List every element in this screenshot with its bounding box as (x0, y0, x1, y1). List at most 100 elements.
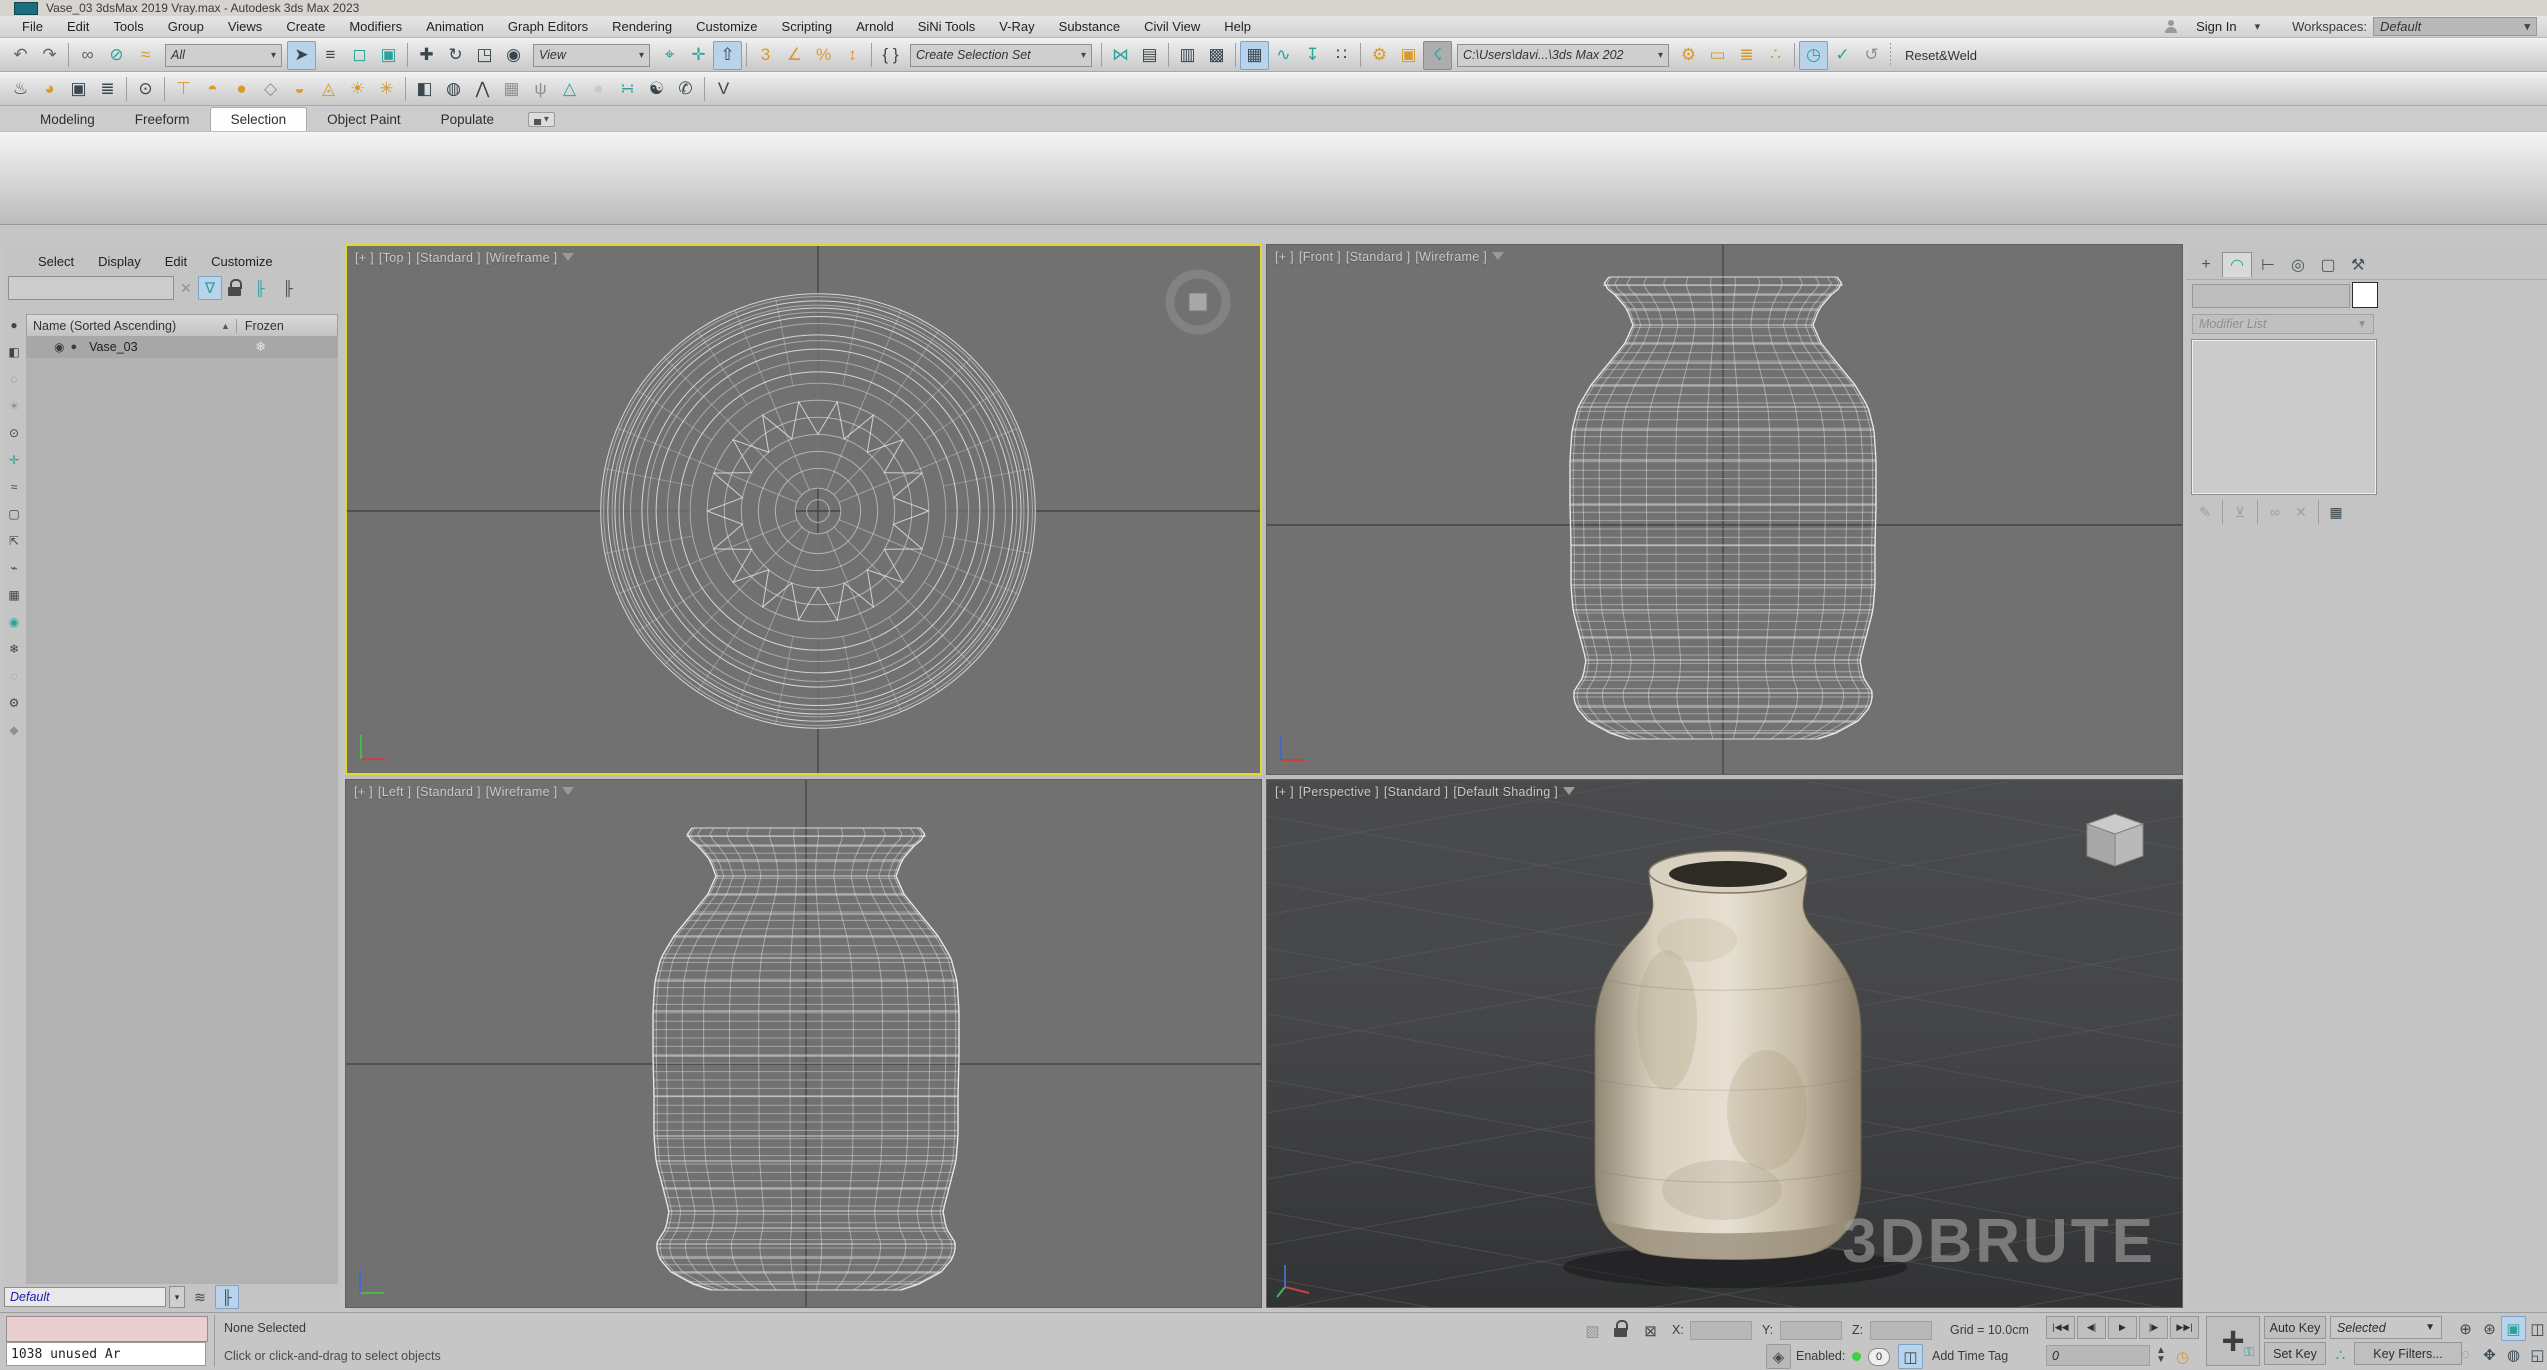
transform-type-in-icon[interactable]: ⊠ (1638, 1318, 1663, 1343)
vray-render-settings-icon[interactable]: ≣ (93, 75, 122, 104)
degradation-count-badge[interactable]: 0 (1868, 1348, 1890, 1366)
object-color-swatch[interactable] (2352, 282, 2378, 308)
clear-search-icon[interactable]: ✕ (178, 280, 194, 297)
viewport-renderer-label[interactable]: [Standard ] (416, 785, 480, 799)
layers-icon[interactable]: ≋ (188, 1285, 212, 1309)
select-and-place-icon[interactable]: ◉ (499, 41, 528, 70)
zoom-extents-icon[interactable]: ▣ (2501, 1316, 2526, 1341)
workspaces-dropdown[interactable]: Default▾ (2373, 17, 2537, 36)
snaps-toggle-3d-icon[interactable]: 3 (751, 41, 780, 70)
explorer-flat-mode-icon[interactable]: ╟ (276, 276, 300, 300)
vray-physical-camera-icon[interactable]: ⊙ (131, 75, 160, 104)
layer-hierarchy-icon[interactable]: ╟ (215, 1285, 239, 1309)
vray-sun-icon[interactable]: ☀ (343, 75, 372, 104)
toggle-ribbon-icon[interactable]: ▦ (1240, 41, 1269, 70)
viewport-shading-label[interactable]: [Wireframe ] (486, 785, 558, 799)
viewport-filter-icon[interactable] (562, 253, 574, 261)
menu-graph-editors[interactable]: Graph Editors (496, 17, 600, 36)
vray-camera-rig-icon[interactable]: ⋀ (468, 75, 497, 104)
explorer-filter-icon[interactable]: ∇ (198, 276, 222, 300)
vray-ies-light-icon[interactable]: ◬ (314, 75, 343, 104)
viewport-shading-label[interactable]: [Wireframe ] (1415, 250, 1487, 264)
script-list-icon[interactable]: ≣ (1732, 41, 1761, 70)
explorer-display-frozen-icon[interactable]: ❄ (3, 638, 25, 660)
maxscript-mini-listener[interactable] (6, 1316, 208, 1342)
menu-substance[interactable]: Substance (1047, 17, 1132, 36)
bind-to-space-warp-icon[interactable]: ≈ (131, 41, 160, 70)
selection-lock-toggle-icon[interactable] (1612, 1319, 1630, 1339)
viewport-view-label[interactable]: [Front ] (1299, 250, 1341, 264)
ribbon-tab-selection[interactable]: Selection (210, 107, 308, 131)
add-time-tag[interactable]: Add Time Tag (1932, 1349, 2008, 1363)
key-mode-icon[interactable]: ∴ (2328, 1342, 2353, 1367)
frozen-snowflake-icon[interactable]: ❄ (255, 339, 266, 355)
x-coordinate-field[interactable] (1690, 1321, 1752, 1340)
object-name[interactable]: Vase_03 (89, 340, 219, 354)
configure-modifier-sets-icon[interactable]: ▦ (2323, 500, 2349, 524)
rectangular-selection-region-icon[interactable]: ◻ (345, 41, 374, 70)
menu-edit[interactable]: Edit (55, 17, 101, 36)
vray-sphere-light-icon[interactable]: ● (227, 75, 256, 104)
render-production-icon[interactable]: ☇ (1423, 41, 1452, 70)
menu-views[interactable]: Views (216, 17, 274, 36)
explorer-menu-edit[interactable]: Edit (155, 252, 197, 271)
next-frame-button[interactable]: |▶ (2139, 1316, 2168, 1339)
frame-spinner[interactable]: ▲▼ (2156, 1346, 2166, 1364)
mod ifier-list-dropdown[interactable]: Modifier List▼ (2192, 314, 2374, 334)
select-and-scale-icon[interactable]: ◳ (470, 41, 499, 70)
schematic-view-icon[interactable]: ∷ (1327, 41, 1356, 70)
column-name-header[interactable]: Name (Sorted Ascending) (27, 319, 221, 333)
explorer-menu-select[interactable]: Select (28, 252, 84, 271)
display-tab[interactable]: ▢ (2314, 253, 2342, 277)
explorer-settings-icon[interactable]: ⚙ (3, 692, 25, 714)
explorer-search-input[interactable] (8, 276, 174, 300)
play-button[interactable]: ▶ (2108, 1316, 2137, 1339)
set-key-button[interactable]: Set Key (2264, 1342, 2326, 1365)
create-tab[interactable]: + (2192, 253, 2220, 277)
y-coordinate-field[interactable] (1780, 1321, 1842, 1340)
scene-object-row[interactable]: ◉ ● Vase_03 ❄ (26, 336, 338, 358)
sign-in-caret-icon[interactable]: ▾ (2255, 20, 2261, 33)
menu-create[interactable]: Create (274, 17, 337, 36)
unlink-selection-icon[interactable]: ⊘ (102, 41, 131, 70)
autosave-clock-icon[interactable]: ◷ (1799, 41, 1828, 70)
undo-icon[interactable]: ↶ (6, 41, 35, 70)
zoom-icon[interactable]: ⊕ (2453, 1316, 2478, 1341)
zoom-extents-all-icon[interactable]: ◫ (2525, 1316, 2547, 1341)
script-settings-icon[interactable]: ⚙ (1674, 41, 1703, 70)
vray-dome-light-icon[interactable]: ◓ (198, 75, 227, 104)
menu-rendering[interactable]: Rendering (600, 17, 684, 36)
mirror-icon[interactable]: ⋈ (1106, 41, 1135, 70)
scene-converter-check-icon[interactable]: ✓ (1828, 41, 1857, 70)
toggle-layer-explorer-icon[interactable]: ▩ (1202, 41, 1231, 70)
script-open-folder-icon[interactable]: ▭ (1703, 41, 1732, 70)
explorer-menu-customize[interactable]: Customize (201, 252, 282, 271)
visibility-eye-icon[interactable]: ◉ (54, 340, 64, 354)
vray-sphere-icon[interactable]: ● (584, 75, 613, 104)
explorer-display-shapes-icon[interactable]: ◌ (3, 368, 25, 390)
edit-named-selection-sets-icon[interactable]: { } (876, 41, 905, 70)
menu-file[interactable]: File (10, 17, 55, 36)
explorer-display-materials-icon[interactable]: ◉ (3, 611, 25, 633)
angle-snap-toggle-icon[interactable]: ∠ (780, 41, 809, 70)
menu-animation[interactable]: Animation (414, 17, 496, 36)
explorer-display-bones-icon[interactable]: ⌁ (3, 557, 25, 579)
time-configuration-icon[interactable]: ◷ (2170, 1344, 2195, 1369)
ribbon-tab-modeling[interactable]: Modeling (20, 108, 115, 131)
use-pivot-point-center-icon[interactable]: ⌖ (655, 41, 684, 70)
column-frozen-header[interactable]: Frozen (236, 319, 337, 333)
explorer-display-xrefs-icon[interactable]: ⇱ (3, 530, 25, 552)
vray-sun-rays-icon[interactable]: ✳ (372, 75, 401, 104)
undo-history-icon[interactable]: ↺ (1857, 41, 1886, 70)
viewport-view-label[interactable]: [Left ] (378, 785, 411, 799)
explorer-display-cameras-icon[interactable]: ⊙ (3, 422, 25, 444)
viewport-shading-label[interactable]: [Wireframe ] (486, 251, 558, 265)
remove-modifier-icon[interactable]: ✕ (2288, 500, 2314, 524)
vray-frame-buffer-icon[interactable]: ▣ (64, 75, 93, 104)
go-to-end-button[interactable]: ▶▶| (2170, 1316, 2199, 1339)
viewport-filter-icon[interactable] (562, 787, 574, 795)
explorer-display-geometry-icon[interactable]: ◧ (3, 341, 25, 363)
key-filters-button[interactable]: Key Filters... (2354, 1342, 2462, 1365)
modifier-stack[interactable] (2192, 340, 2376, 494)
ribbon-tab-populate[interactable]: Populate (421, 108, 514, 131)
